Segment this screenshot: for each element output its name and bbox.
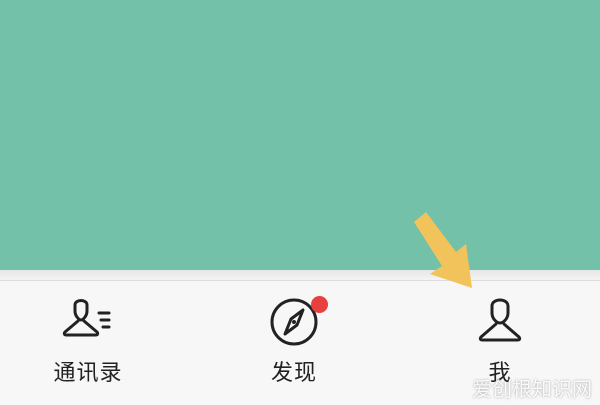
person-icon — [478, 298, 522, 342]
notification-badge — [311, 296, 328, 313]
tab-discover-label: 发现 — [270, 361, 317, 386]
contacts-icon — [62, 299, 111, 337]
tab-contacts-label: 通讯录 — [53, 361, 123, 386]
tab-contacts[interactable]: 通讯录 — [18, 281, 158, 391]
pointer-arrow-icon — [414, 212, 472, 288]
tab-discover[interactable]: 发现 — [224, 281, 364, 391]
app-screen: 通讯录 发现 我 爱创根知识网 — [0, 0, 600, 405]
content-divider — [0, 270, 600, 280]
main-content-area — [0, 0, 600, 270]
watermark: 爱创根知识网 — [472, 377, 592, 401]
